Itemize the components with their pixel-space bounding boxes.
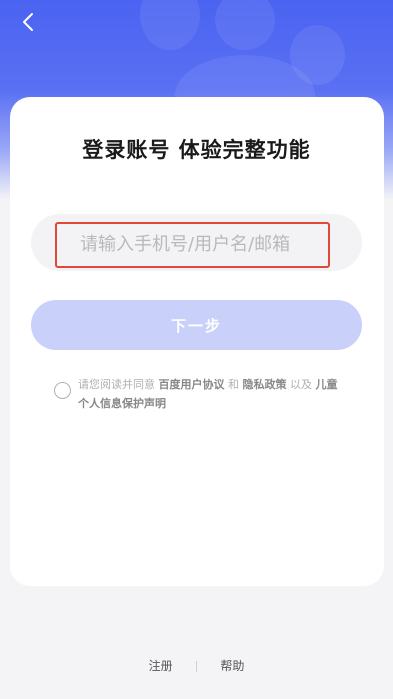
back-button[interactable]	[14, 8, 42, 36]
agreement-checkbox[interactable]	[54, 382, 71, 399]
paw-decoration	[140, 0, 200, 50]
agreement-and: 和	[228, 378, 239, 391]
agreement-and2: 以及	[290, 378, 312, 391]
register-link[interactable]: 注册	[149, 657, 173, 674]
agreement-prefix: 请您阅读并同意	[78, 378, 155, 391]
login-page: 登录账号 体验完整功能 下一步 请您阅读并同意 百度用户协议 和 隐私政策 以及…	[0, 0, 393, 699]
page-title: 登录账号 体验完整功能	[82, 138, 311, 162]
paw-decoration	[215, 0, 275, 50]
footer-divider: |	[194, 659, 199, 672]
help-link[interactable]: 帮助	[220, 657, 244, 674]
user-agreement-link[interactable]: 百度用户协议	[159, 378, 225, 391]
agreement-text: 请您阅读并同意 百度用户协议 和 隐私政策 以及 儿童个人信息保护声明	[78, 375, 348, 413]
footer: 注册 | 帮助	[0, 657, 393, 674]
input-highlight-box	[55, 222, 330, 268]
next-button[interactable]: 下一步	[31, 300, 362, 350]
privacy-policy-link[interactable]: 隐私政策	[243, 378, 287, 391]
chevron-left-icon	[23, 13, 33, 31]
